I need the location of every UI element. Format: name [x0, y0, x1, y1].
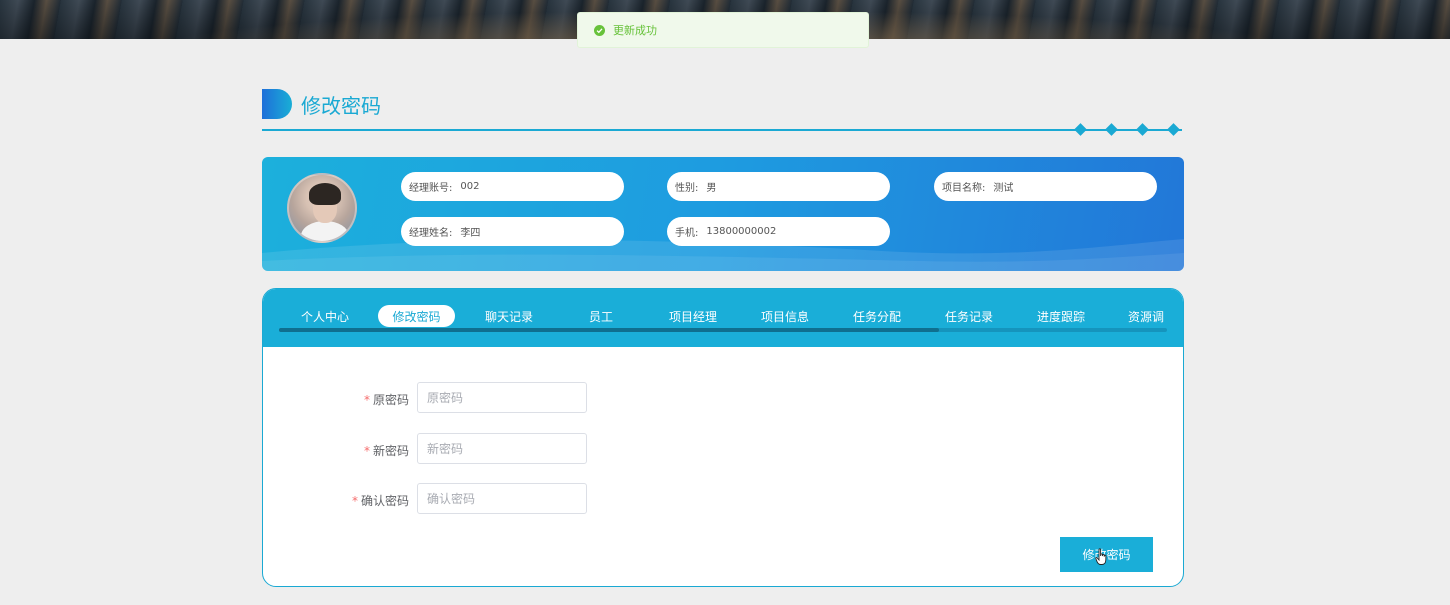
check-circle-icon: [594, 24, 605, 36]
tab-chat-records[interactable]: 聊天记录: [471, 305, 547, 327]
page-title: 修改密码: [301, 93, 381, 118]
gender-field: 性别: 男: [667, 172, 890, 201]
account-field: 经理账号: 002: [401, 172, 624, 201]
tab-personal-center[interactable]: 个人中心: [287, 305, 363, 327]
tab-scrollbar-thumb[interactable]: [279, 328, 939, 332]
tab-project-managers[interactable]: 项目经理: [655, 305, 731, 327]
page-title-block: 修改密码: [262, 88, 381, 120]
title-mark-icon: [262, 89, 292, 119]
tab-task-records[interactable]: 任务记录: [931, 305, 1007, 327]
tab-change-password[interactable]: 修改密码: [378, 305, 455, 327]
old-password-input[interactable]: [417, 382, 587, 413]
project-name-field: 项目名称: 测试: [934, 172, 1157, 201]
confirm-password-label: * 确认密码: [351, 494, 409, 508]
new-password-label: * 新密码: [363, 444, 409, 458]
success-toast: 更新成功: [577, 12, 869, 48]
tab-scrollbar[interactable]: [279, 328, 1167, 332]
profile-card: 经理账号: 002 性别: 男 项目名称: 测试 经理姓名: 李四 手机: 13…: [262, 157, 1184, 271]
title-divider: [262, 129, 1182, 131]
confirm-password-input[interactable]: [417, 483, 587, 514]
manager-name-field: 经理姓名: 李四: [401, 217, 624, 246]
tab-bar: 个人中心 修改密码 聊天记录 员工 项目经理 项目信息 任务分配 任务记录 进度…: [263, 289, 1183, 347]
tab-resources[interactable]: 资源调: [1115, 305, 1175, 327]
password-panel: 个人中心 修改密码 聊天记录 员工 项目经理 项目信息 任务分配 任务记录 进度…: [262, 288, 1184, 587]
diamond-icon: [1105, 123, 1118, 136]
avatar: [287, 173, 357, 243]
tab-progress-tracking[interactable]: 进度跟踪: [1023, 305, 1099, 327]
diamond-icon: [1167, 123, 1180, 136]
diamond-icon: [1136, 123, 1149, 136]
phone-field: 手机: 13800000002: [667, 217, 890, 246]
toast-message: 更新成功: [613, 24, 657, 37]
old-password-label: * 原密码: [363, 393, 409, 407]
tab-project-info[interactable]: 项目信息: [747, 305, 823, 327]
tab-task-assignment[interactable]: 任务分配: [839, 305, 915, 327]
tab-employees[interactable]: 员工: [563, 305, 639, 327]
hand-cursor-icon: [1095, 548, 1107, 565]
diamond-icon: [1074, 123, 1087, 136]
new-password-input[interactable]: [417, 433, 587, 464]
